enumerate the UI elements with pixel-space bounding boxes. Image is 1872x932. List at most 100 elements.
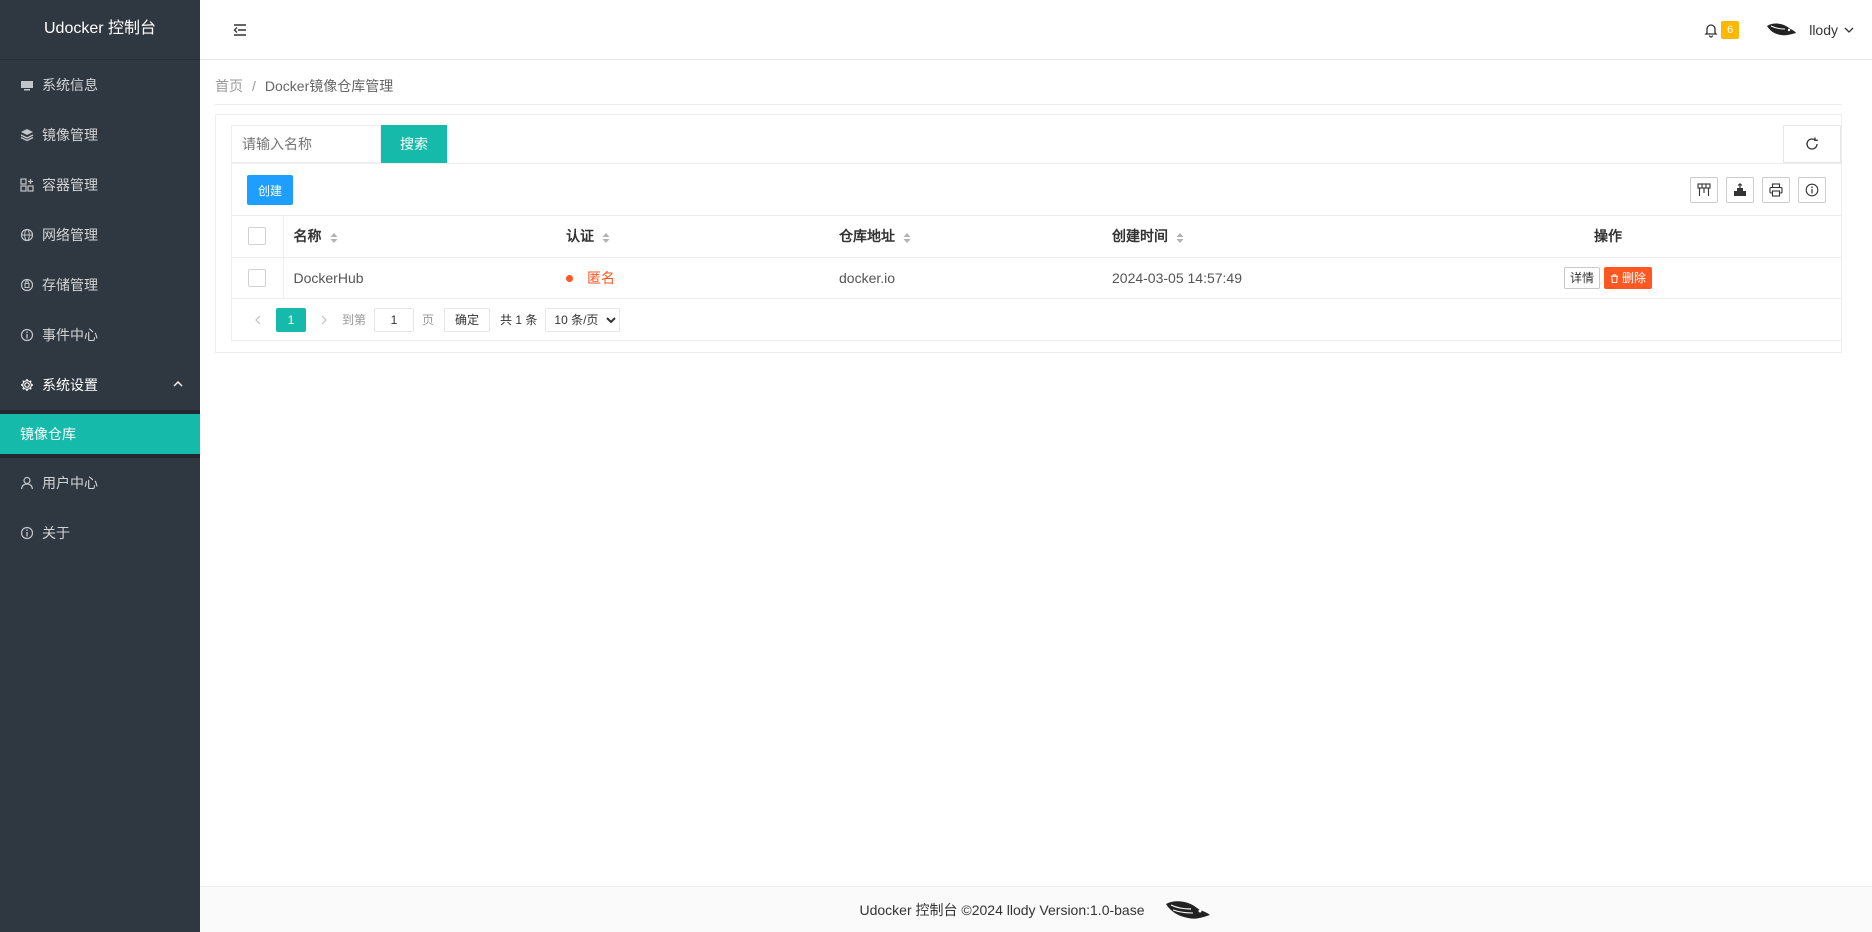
sidebar-item-label: 事件中心 — [42, 327, 98, 343]
total-count: 共 1 条 — [500, 313, 538, 327]
column-filter-button[interactable] — [1690, 177, 1718, 203]
refresh-icon — [1806, 137, 1818, 150]
sidebar-item-events[interactable]: 事件中心 — [0, 310, 200, 360]
column-header-auth[interactable]: 认证 — [556, 216, 829, 258]
sidebar-item-image-registry[interactable]: 镜像仓库 — [0, 414, 200, 454]
next-page-button[interactable] — [314, 310, 334, 330]
goto-label: 到第 — [342, 313, 367, 327]
chevron-right-icon — [321, 315, 327, 324]
sidebar-item-images[interactable]: 镜像管理 — [0, 110, 200, 160]
print-icon — [1769, 183, 1783, 197]
export-button[interactable] — [1726, 177, 1754, 203]
cell-auth: 匿名 — [556, 257, 829, 299]
sidebar-item-label: 关于 — [42, 525, 70, 541]
column-header-label: 认证 — [566, 228, 594, 245]
delete-label: 删除 — [1622, 271, 1647, 285]
breadcrumb: 首页 / Docker镜像仓库管理 — [215, 76, 393, 96]
top-header: 6 llody — [200, 0, 1872, 60]
print-button[interactable] — [1762, 177, 1790, 203]
sidebar-submenu-system-settings: 镜像仓库 — [0, 410, 200, 458]
search-input[interactable] — [231, 125, 381, 163]
data-table-container: 创建 名称 认证 仓库地址 创建时间 操作 DockerHub 匿名 docke… — [231, 163, 1842, 341]
info-button[interactable] — [1798, 177, 1826, 203]
footer: Udocker 控制台 ©2024 llody Version:1.0-base — [200, 886, 1872, 932]
page-size-select[interactable]: 10 条/页 — [545, 307, 621, 332]
row-check-cell — [232, 257, 284, 299]
sort-icon[interactable] — [1176, 232, 1184, 244]
sidebar-item-label: 系统设置 — [42, 377, 98, 393]
info-icon — [1805, 183, 1819, 197]
cell-address: docker.io — [829, 257, 1102, 299]
detail-button[interactable]: 详情 — [1563, 266, 1600, 289]
table-tools — [1690, 177, 1826, 203]
divider — [215, 104, 1842, 105]
sort-icon[interactable] — [903, 232, 911, 244]
sidebar-item-label: 网络管理 — [42, 227, 98, 243]
sidebar-item-user-center[interactable]: 用户中心 — [0, 458, 200, 508]
sidebar-item-network[interactable]: 网络管理 — [0, 210, 200, 260]
status-dot — [566, 275, 573, 283]
chevron-left-icon — [255, 315, 261, 324]
breadcrumb-home[interactable]: 首页 — [215, 78, 243, 94]
column-header-name[interactable]: 名称 — [283, 216, 556, 258]
column-header-label: 名称 — [293, 228, 322, 245]
sidebar-item-label: 存储管理 — [42, 277, 98, 293]
grid-add-icon — [20, 178, 34, 192]
globe-icon — [20, 228, 34, 242]
chevron-down-icon[interactable] — [1844, 25, 1854, 35]
header-right: 6 llody — [1703, 0, 1854, 60]
info-icon — [20, 526, 34, 540]
sidebar-item-system-settings[interactable]: 系统设置 — [0, 360, 200, 410]
row-checkbox[interactable] — [248, 268, 267, 287]
column-header-label: 仓库地址 — [839, 228, 895, 245]
sidebar-item-label: 容器管理 — [42, 177, 98, 193]
sort-icon[interactable] — [330, 232, 338, 244]
sidebar: Udocker 控制台 系统信息 镜像管理 容器管理 网络管理 存储管理 事件中… — [0, 0, 200, 932]
layers-icon — [20, 128, 34, 142]
footer-text: Udocker 控制台 ©2024 llody Version:1.0-base — [859, 901, 1145, 918]
sort-icon[interactable] — [602, 232, 610, 244]
delete-button[interactable]: 删除 — [1604, 266, 1653, 289]
chevron-up-icon — [173, 381, 183, 387]
breadcrumb-current: Docker镜像仓库管理 — [264, 78, 394, 94]
sidebar-item-label: 用户中心 — [42, 475, 98, 491]
create-button[interactable]: 创建 — [247, 175, 293, 205]
auth-label: 匿名 — [587, 269, 615, 286]
sidebar-item-containers[interactable]: 容器管理 — [0, 160, 200, 210]
table-row: DockerHub 匿名 docker.io 2024-03-05 14:57:… — [232, 257, 1841, 299]
bell-icon[interactable] — [1703, 22, 1719, 38]
current-page[interactable]: 1 — [276, 307, 306, 332]
sidebar-nav: 系统信息 镜像管理 容器管理 网络管理 存储管理 事件中心 系统设置 镜像仓库 … — [0, 60, 200, 558]
user-icon — [20, 476, 34, 490]
sidebar-item-label: 镜像仓库 — [20, 426, 76, 442]
goto-page-input[interactable] — [374, 307, 415, 332]
sidebar-item-about[interactable]: 关于 — [0, 508, 200, 558]
column-header-created[interactable]: 创建时间 — [1102, 216, 1375, 258]
main-card: 搜索 创建 — [215, 114, 1842, 353]
trash-icon — [1610, 274, 1619, 284]
search-button[interactable]: 搜索 — [381, 125, 447, 163]
monitor-icon — [20, 78, 34, 92]
menu-toggle-icon[interactable] — [232, 22, 248, 38]
prev-page-button[interactable] — [248, 310, 268, 330]
page-unit-label: 页 — [422, 313, 435, 327]
registry-table: 名称 认证 仓库地址 创建时间 操作 DockerHub 匿名 docker.i… — [232, 216, 1841, 299]
breadcrumb-separator: / — [252, 78, 256, 94]
column-header-address[interactable]: 仓库地址 — [829, 216, 1102, 258]
cell-name: DockerHub — [283, 257, 556, 299]
cell-created: 2024-03-05 14:57:49 — [1102, 257, 1375, 299]
app-logo-title: Udocker 控制台 — [0, 0, 200, 60]
username[interactable]: llody — [1809, 22, 1838, 38]
select-all-checkbox[interactable] — [248, 227, 267, 246]
avatar[interactable] — [1765, 20, 1797, 40]
goto-confirm-button[interactable]: 确定 — [444, 307, 491, 332]
cell-actions: 详情 删除 — [1375, 257, 1841, 299]
gear-icon — [20, 378, 34, 392]
table-toolbar: 创建 — [232, 164, 1841, 216]
storage-icon — [20, 278, 34, 292]
sidebar-item-storage[interactable]: 存储管理 — [0, 260, 200, 310]
sidebar-item-system-info[interactable]: 系统信息 — [0, 60, 200, 110]
refresh-button[interactable] — [1783, 125, 1841, 163]
info-icon — [20, 328, 34, 342]
select-all-cell — [232, 216, 284, 258]
